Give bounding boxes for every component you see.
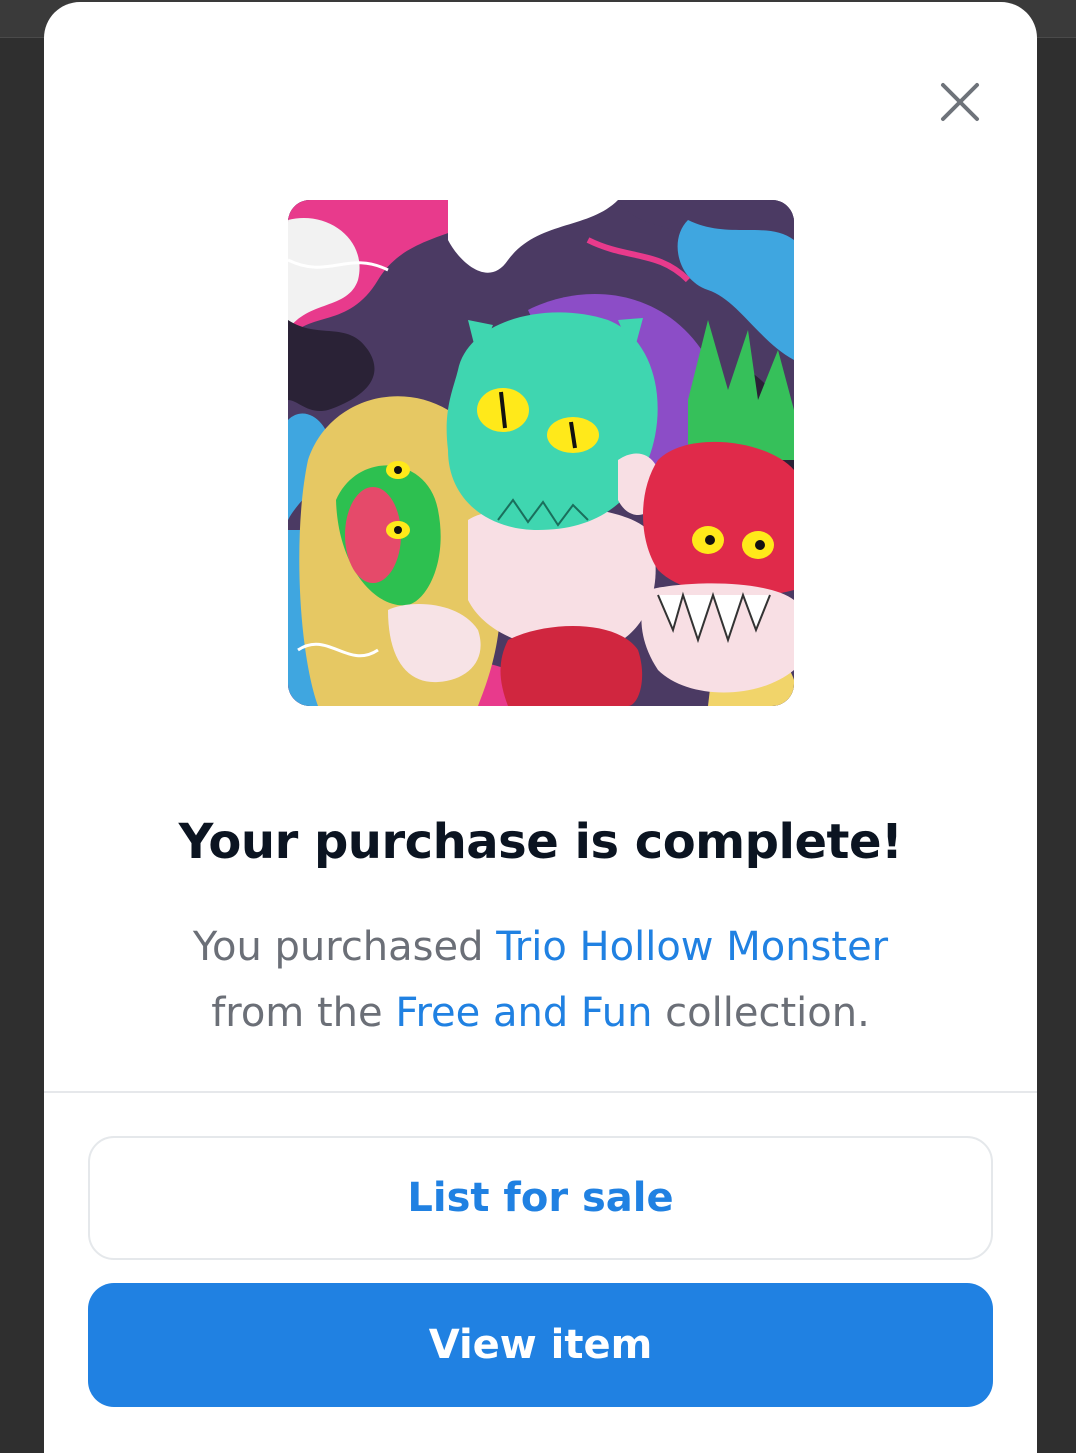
- purchase-complete-modal: Your purchase is complete! You purchased…: [44, 2, 1037, 1453]
- description-suffix: collection.: [652, 990, 870, 1036]
- nft-artwork-image: [288, 200, 794, 706]
- modal-divider: [44, 1091, 1037, 1093]
- item-name-link[interactable]: Trio Hollow Monster: [496, 924, 888, 970]
- purchase-description: You purchased Trio Hollow Monster from t…: [104, 914, 977, 1046]
- close-button[interactable]: [934, 76, 986, 128]
- list-for-sale-button[interactable]: List for sale: [88, 1136, 993, 1260]
- description-middle: from the: [211, 990, 396, 1036]
- view-item-button[interactable]: View item: [88, 1283, 993, 1407]
- description-prefix: You purchased: [192, 924, 497, 970]
- close-icon: [941, 83, 979, 121]
- collection-name-link[interactable]: Free and Fun: [395, 990, 652, 1036]
- purchase-complete-title: Your purchase is complete!: [178, 814, 903, 870]
